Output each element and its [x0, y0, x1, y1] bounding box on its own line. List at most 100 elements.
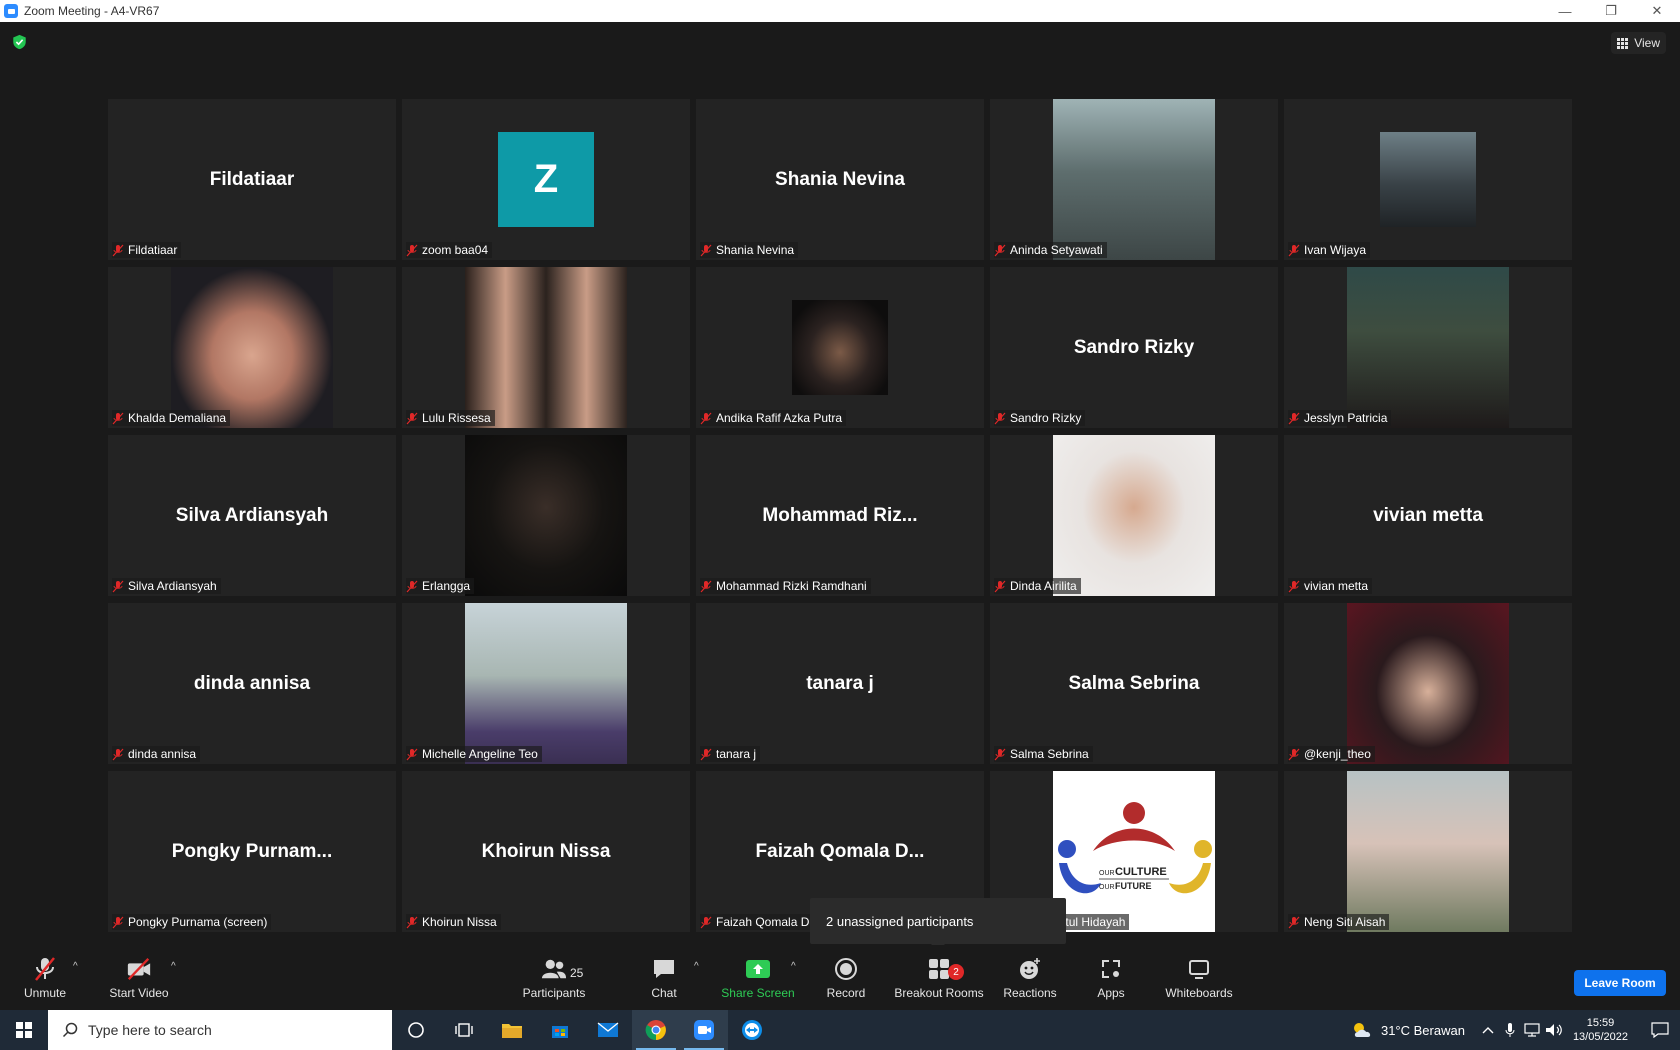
- participants-icon: [541, 959, 567, 978]
- participant-tile[interactable]: Andika Rafif Azka Putra: [696, 267, 984, 428]
- taskbar-clock[interactable]: 15:59 13/05/2022: [1573, 1016, 1628, 1044]
- taskbar-search[interactable]: Type here to search: [48, 1010, 392, 1050]
- svg-text:OUR: OUR: [1099, 870, 1115, 877]
- mic-muted-icon: [406, 748, 418, 760]
- participant-tile[interactable]: Salma Sebrina Salma Sebrina: [990, 603, 1278, 764]
- participant-name-label: Jesslyn Patricia: [1288, 410, 1392, 426]
- participant-tile[interactable]: Pongky Purnam... Pongky Purnama (screen): [108, 771, 396, 932]
- mic-muted-icon: [700, 412, 712, 424]
- network-tray[interactable]: [1521, 1023, 1543, 1037]
- close-button[interactable]: ✕: [1634, 0, 1680, 22]
- file-explorer-button[interactable]: [488, 1010, 536, 1050]
- mic-muted-icon: [1288, 748, 1300, 760]
- participant-name-label: @kenji_theo: [1288, 746, 1375, 762]
- participant-name-label: Ivan Wijaya: [1288, 242, 1371, 258]
- unmute-button[interactable]: Unmute: [20, 945, 70, 1010]
- participant-tile[interactable]: Michelle Angeline Teo: [402, 603, 690, 764]
- mic-muted-icon: [1288, 244, 1300, 256]
- weather-widget[interactable]: 31°C Berawan: [1351, 1021, 1465, 1039]
- start-video-button[interactable]: Start Video: [104, 945, 174, 1010]
- microphone-tray[interactable]: [1499, 1022, 1521, 1038]
- cortana-button[interactable]: [392, 1010, 440, 1050]
- participant-name-label: Mohammad Rizki Ramdhani: [700, 578, 871, 594]
- participant-tile[interactable]: Khoirun Nissa Khoirun Nissa: [402, 771, 690, 932]
- share-options-caret[interactable]: ^: [791, 961, 796, 972]
- participant-display-name: Silva Ardiansyah: [175, 504, 329, 526]
- participant-tile[interactable]: dinda annisa dinda annisa: [108, 603, 396, 764]
- participant-tile[interactable]: Shania Nevina Shania Nevina: [696, 99, 984, 260]
- chat-options-caret[interactable]: ^: [694, 961, 699, 972]
- participant-name-label: Pongky Purnama (screen): [112, 914, 272, 930]
- apps-button[interactable]: Apps: [1096, 945, 1126, 1010]
- share-screen-button[interactable]: Share Screen: [720, 945, 796, 1010]
- participant-tile[interactable]: Neng Siti Aisah: [1284, 771, 1572, 932]
- participant-tile[interactable]: Mohammad Riz... Mohammad Rizki Ramdhani: [696, 435, 984, 596]
- mic-muted-icon: [994, 580, 1006, 592]
- microphone-icon: [1505, 1023, 1515, 1037]
- audio-options-caret[interactable]: ^: [73, 961, 78, 972]
- whiteboard-icon: [1189, 959, 1209, 979]
- participant-tile[interactable]: @kenji_theo: [1284, 603, 1572, 764]
- mail-button[interactable]: [584, 1010, 632, 1050]
- record-button[interactable]: Record: [824, 945, 868, 1010]
- participant-tile[interactable]: Erlangga: [402, 435, 690, 596]
- volume-tray[interactable]: [1543, 1023, 1565, 1037]
- participant-tile[interactable]: Silva Ardiansyah Silva Ardiansyah: [108, 435, 396, 596]
- chrome-icon: [645, 1020, 666, 1041]
- svg-text:CULTURE: CULTURE: [1115, 866, 1167, 878]
- window-title: Zoom Meeting - A4-VR67: [24, 4, 160, 18]
- video-options-caret[interactable]: ^: [171, 961, 176, 972]
- leave-room-button[interactable]: Leave Room: [1574, 970, 1666, 996]
- participant-photo: [465, 267, 627, 428]
- participant-tile[interactable]: vivian metta vivian metta: [1284, 435, 1572, 596]
- participant-tile[interactable]: Z zoom baa04: [402, 99, 690, 260]
- windows-taskbar: Type here to search 31°C Berawan 15:59 1…: [0, 1010, 1680, 1050]
- chat-button[interactable]: Chat: [648, 945, 680, 1010]
- participant-name-label: vivian metta: [1288, 578, 1373, 594]
- chrome-button[interactable]: [632, 1010, 680, 1050]
- store-button[interactable]: [536, 1010, 584, 1050]
- participant-logo: OUR CULTURE OUR FUTURE: [1053, 771, 1215, 932]
- participant-tile[interactable]: Khalda Demaliana: [108, 267, 396, 428]
- participant-tile[interactable]: Jesslyn Patricia: [1284, 267, 1572, 428]
- reactions-icon: [1020, 957, 1040, 979]
- start-button[interactable]: [0, 1010, 48, 1050]
- notifications-button[interactable]: [1640, 1022, 1680, 1038]
- participant-name-label: Silva Ardiansyah: [112, 578, 221, 594]
- participant-tile[interactable]: Fildatiaar Fildatiaar: [108, 99, 396, 260]
- participant-name-label: Sandro Rizky: [994, 410, 1086, 426]
- reactions-button[interactable]: Reactions: [1003, 945, 1057, 1010]
- show-hidden-icons[interactable]: [1477, 1026, 1499, 1034]
- participant-tile[interactable]: Aninda Setyawati: [990, 99, 1278, 260]
- whiteboards-button[interactable]: Whiteboards: [1164, 945, 1234, 1010]
- mic-muted-icon: [994, 748, 1006, 760]
- participant-tile[interactable]: tanara j tanara j: [696, 603, 984, 764]
- participant-name-label: Khalda Demaliana: [112, 410, 231, 426]
- minimize-button[interactable]: —: [1542, 0, 1588, 22]
- cortana-icon: [408, 1022, 424, 1038]
- restore-button[interactable]: ❐: [1588, 0, 1634, 22]
- teamviewer-icon: [742, 1020, 762, 1040]
- shield-icon[interactable]: [12, 34, 27, 50]
- participant-display-name: Mohammad Riz...: [762, 504, 918, 526]
- participant-name-label: Aninda Setyawati: [994, 242, 1107, 258]
- mic-muted-icon: [1288, 580, 1300, 592]
- participant-name-label: dinda annisa: [112, 746, 201, 762]
- participant-photo: [1380, 132, 1476, 227]
- avatar: Z: [498, 132, 594, 227]
- participant-name-label: Faizah Qomala D: [700, 914, 814, 930]
- participant-tile[interactable]: Sandro Rizky Sandro Rizky: [990, 267, 1278, 428]
- zoom-taskbar-button[interactable]: [680, 1010, 728, 1050]
- participant-display-name: Pongky Purnam...: [171, 840, 333, 862]
- store-icon: [552, 1026, 568, 1038]
- view-button[interactable]: View: [1611, 32, 1666, 54]
- participant-tile[interactable]: Ivan Wijaya: [1284, 99, 1572, 260]
- task-view-button[interactable]: [440, 1010, 488, 1050]
- participant-photo: [1053, 99, 1215, 260]
- participant-tile[interactable]: Dinda Airilita: [990, 435, 1278, 596]
- zoom-app-icon: [4, 4, 18, 18]
- teamviewer-button[interactable]: [728, 1010, 776, 1050]
- clock-time: 15:59: [1586, 1017, 1615, 1029]
- breakout-rooms-button[interactable]: Breakout Rooms: [892, 945, 986, 1010]
- participant-tile[interactable]: Lulu Rissesa: [402, 267, 690, 428]
